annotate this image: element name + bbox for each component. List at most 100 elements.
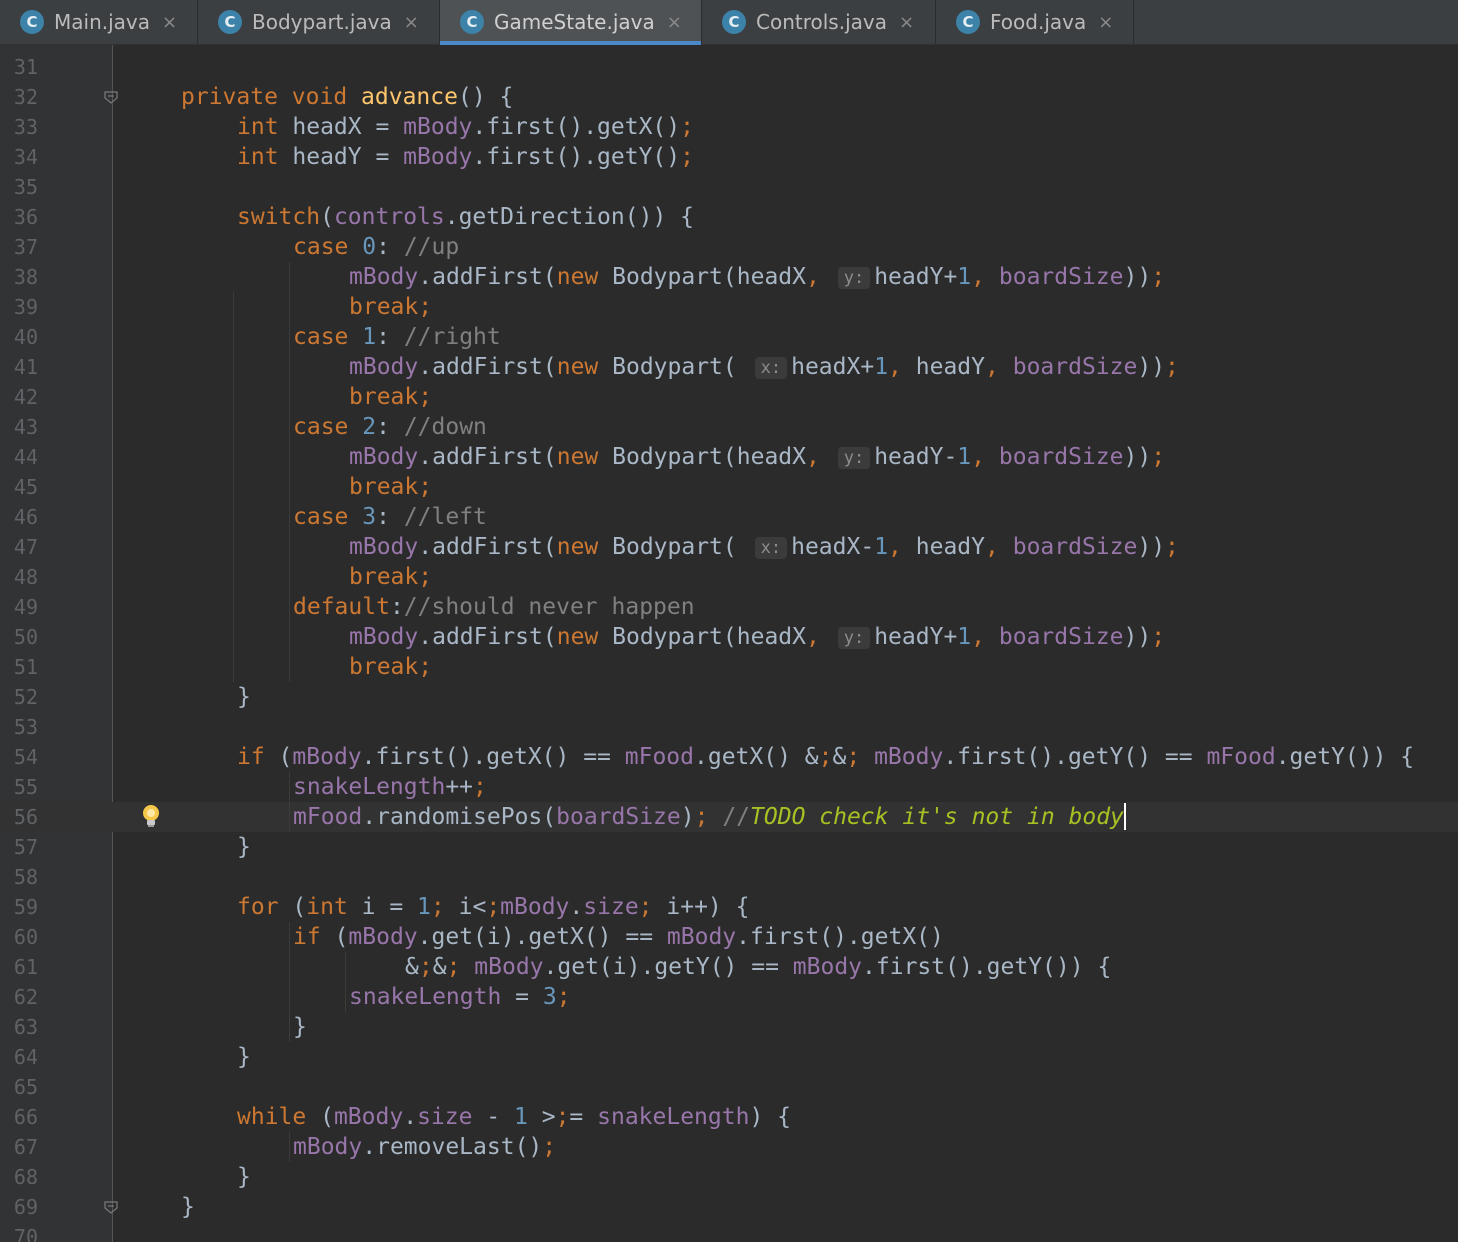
code-text: break; xyxy=(349,384,433,410)
code-text: if (mBody.get(i).getX() == mBody.first()… xyxy=(293,924,944,950)
code-text: } xyxy=(237,1164,251,1190)
code-line[interactable]: 52} xyxy=(0,682,1458,712)
code-line[interactable]: 53 xyxy=(0,712,1458,742)
line-number: 53 xyxy=(13,715,38,739)
close-icon[interactable]: × xyxy=(404,12,419,33)
fold-icon[interactable] xyxy=(103,1199,119,1215)
close-icon[interactable]: × xyxy=(667,12,682,33)
code-line[interactable]: 36 switch(controls.getDirection()) { xyxy=(0,202,1458,232)
indent-guide xyxy=(345,952,346,1012)
line-number: 49 xyxy=(13,595,38,619)
code-text: default://should never happen xyxy=(293,594,695,620)
code-line[interactable]: 58 xyxy=(0,862,1458,892)
tab-food-java[interactable]: C Food.java × xyxy=(936,0,1134,44)
code-line[interactable]: 55 snakeLength++; xyxy=(0,772,1458,802)
code-text: while (mBody.size - 1 >;= snakeLength) { xyxy=(237,1104,791,1130)
line-number: 33 xyxy=(13,115,38,139)
line-number: 35 xyxy=(13,175,38,199)
line-number: 32 xyxy=(13,85,38,109)
code-line[interactable]: 61 &;&; mBody.get(i).getY() == mBody.firs… xyxy=(0,952,1458,982)
close-icon[interactable]: × xyxy=(899,12,914,33)
code-text: int headX = mBody.first().getX(); xyxy=(237,114,694,140)
code-line[interactable]: 38 mBody.addFirst(new Bodypart(headX, y: h… xyxy=(0,262,1458,292)
editor-tab-bar: C Main.java × C Bodypart.java × C GameSt… xyxy=(0,0,1458,45)
code-line[interactable]: 70 xyxy=(0,1222,1458,1242)
code-line[interactable]: 65 xyxy=(0,1072,1458,1102)
line-number: 31 xyxy=(13,55,38,79)
line-number: 37 xyxy=(13,235,38,259)
code-line[interactable]: 57} xyxy=(0,832,1458,862)
code-line[interactable]: 46 case 3: //left xyxy=(0,502,1458,532)
line-number: 34 xyxy=(13,145,38,169)
line-number: 47 xyxy=(13,535,38,559)
code-line[interactable]: 54 if (mBody.first().getX() == mFood.getX… xyxy=(0,742,1458,772)
fold-icon[interactable] xyxy=(103,89,119,105)
code-text: if (mBody.first().getX() == mFood.getX()… xyxy=(237,744,1415,770)
code-text: break; xyxy=(349,564,433,590)
code-line[interactable]: 66 while (mBody.size - 1 >;= snakeLength)… xyxy=(0,1102,1458,1132)
code-line[interactable]: 48 break; xyxy=(0,562,1458,592)
code-line[interactable]: 64} xyxy=(0,1042,1458,1072)
code-line[interactable]: 32 private void advance() { xyxy=(0,82,1458,112)
line-number: 41 xyxy=(13,355,38,379)
tab-bodypart-java[interactable]: C Bodypart.java × xyxy=(198,0,440,44)
tab-label: Food.java xyxy=(990,10,1087,34)
lightbulb-icon[interactable] xyxy=(140,802,162,832)
code-text: for (int i = 1; i<;mBody.size; i++) { xyxy=(237,894,750,920)
line-number: 58 xyxy=(13,865,38,889)
tab-gamestate-java[interactable]: C GameState.java × xyxy=(440,0,702,45)
code-text: break; xyxy=(349,654,433,680)
code-line[interactable]: 31 xyxy=(0,52,1458,82)
code-text: private void advance() { xyxy=(181,84,514,110)
code-line[interactable]: 37 case 0: //up xyxy=(0,232,1458,262)
code-line[interactable]: 40 case 1: //right xyxy=(0,322,1458,352)
line-number: 50 xyxy=(13,625,38,649)
indent-guide xyxy=(289,1132,290,1162)
code-line[interactable]: 63} xyxy=(0,1012,1458,1042)
code-line[interactable]: 67 mBody.removeLast(); xyxy=(0,1132,1458,1162)
code-text: switch(controls.getDirection()) { xyxy=(237,204,694,230)
close-icon[interactable]: × xyxy=(1098,12,1113,33)
code-line[interactable]: 35 xyxy=(0,172,1458,202)
code-line[interactable]: 44 mBody.addFirst(new Bodypart(headX, y: h… xyxy=(0,442,1458,472)
line-number: 54 xyxy=(13,745,38,769)
code-editor[interactable]: 31 32 private void advance() { 33 int headX … xyxy=(0,45,1458,1242)
line-number: 62 xyxy=(13,985,38,1009)
code-line[interactable]: 59 for (int i = 1; i<;mBody.size; i++) { xyxy=(0,892,1458,922)
indent-guide xyxy=(233,292,234,682)
code-text: snakeLength = 3; xyxy=(349,984,571,1010)
code-line[interactable]: 34 int headY = mBody.first().getY(); xyxy=(0,142,1458,172)
code-line[interactable]: 45 break; xyxy=(0,472,1458,502)
code-line[interactable]: 69} xyxy=(0,1192,1458,1222)
close-icon[interactable]: × xyxy=(162,12,177,33)
code-line[interactable]: 41 mBody.addFirst(new Bodypart( x: headX+1… xyxy=(0,352,1458,382)
line-number: 63 xyxy=(13,1015,38,1039)
class-icon: C xyxy=(218,10,242,34)
text-caret xyxy=(1123,803,1126,830)
code-line[interactable]: 60 if (mBody.get(i).getX() == mBody.first… xyxy=(0,922,1458,952)
code-line[interactable]: 39 break; xyxy=(0,292,1458,322)
line-number: 46 xyxy=(13,505,38,529)
code-text: int headY = mBody.first().getY(); xyxy=(237,144,694,170)
line-number: 60 xyxy=(13,925,38,949)
code-line[interactable]: 51 break; xyxy=(0,652,1458,682)
indent-guide xyxy=(289,772,290,832)
code-text: mFood.randomisePos(boardSize); //TODO ch… xyxy=(293,803,1126,830)
line-number: 40 xyxy=(13,325,38,349)
code-line[interactable]: 47 mBody.addFirst(new Bodypart( x: headX-1… xyxy=(0,532,1458,562)
code-line[interactable]: 56 mFood.randomisePos(boardSize); //TODO … xyxy=(0,802,1458,832)
tab-main-java[interactable]: C Main.java × xyxy=(0,0,198,44)
code-text: mBody.addFirst(new Bodypart( x: headX+1, … xyxy=(349,354,1179,380)
indent-guide xyxy=(289,922,290,1042)
parameter-hint: y: xyxy=(837,447,871,469)
tab-controls-java[interactable]: C Controls.java × xyxy=(702,0,936,44)
code-line[interactable]: 62 snakeLength = 3; xyxy=(0,982,1458,1012)
class-icon: C xyxy=(956,10,980,34)
code-line[interactable]: 50 mBody.addFirst(new Bodypart(headX, y: h… xyxy=(0,622,1458,652)
code-line[interactable]: 43 case 2: //down xyxy=(0,412,1458,442)
code-line[interactable]: 68} xyxy=(0,1162,1458,1192)
code-line[interactable]: 42 break; xyxy=(0,382,1458,412)
code-line[interactable]: 33 int headX = mBody.first().getX(); xyxy=(0,112,1458,142)
code-line[interactable]: 49 default://should never happen xyxy=(0,592,1458,622)
parameter-hint: x: xyxy=(754,357,788,379)
